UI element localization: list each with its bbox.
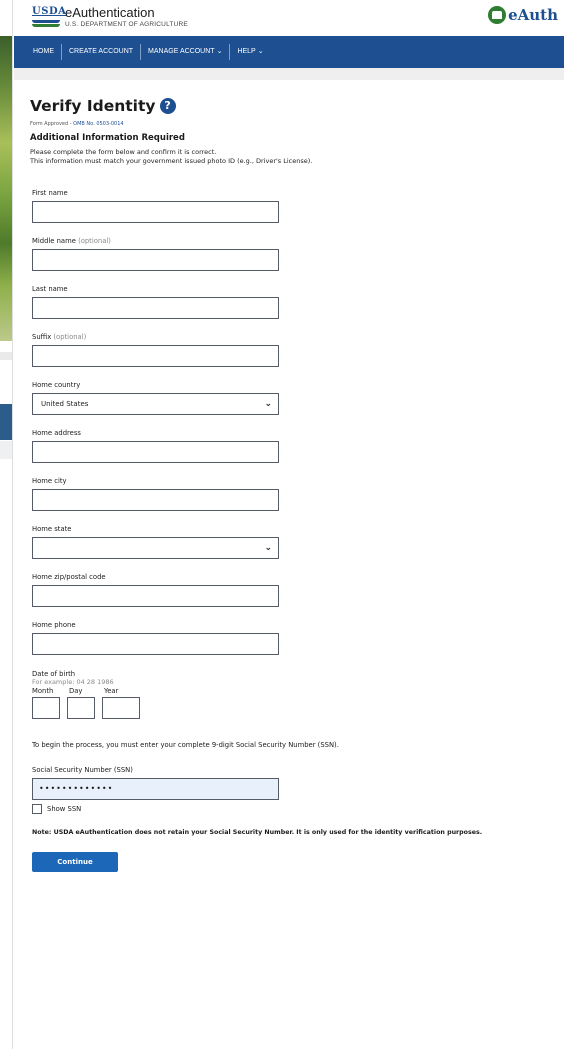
home-phone-field: Home phone [32,621,279,655]
optional-tag: (optional) [53,333,87,341]
ssn-field: Social Security Number (SSN) •••••••••••… [32,766,279,800]
suffix-label: Suffix (optional) [32,333,279,341]
form: First name Middle name (optional) Last n… [14,0,564,1049]
home-country-select[interactable]: United States ⌄ [32,393,279,415]
first-name-input[interactable] [32,201,279,223]
show-ssn-row[interactable]: Show SSN [32,804,81,814]
home-phone-input[interactable] [32,633,279,655]
home-country-field: Home country United States ⌄ [32,381,279,415]
home-city-field: Home city [32,477,279,511]
dob-inputs [32,697,147,719]
dob-label: Date of birth [32,670,76,678]
home-zip-field: Home zip/postal code [32,573,279,607]
side-photo [0,36,12,341]
first-name-field: First name [32,189,279,223]
ssn-label: Social Security Number (SSN) [32,766,133,774]
home-phone-label: Home phone [32,621,76,629]
first-name-label: First name [32,189,68,197]
home-country-value: United States [41,400,89,408]
home-address-input[interactable] [32,441,279,463]
home-zip-label: Home zip/postal code [32,573,106,581]
middle-name-input[interactable] [32,249,279,271]
dob-day-input[interactable] [67,697,95,719]
home-country-label: Home country [32,381,81,389]
home-city-label: Home city [32,477,67,485]
side-blue-block [0,404,12,440]
suffix-label-text: Suffix [32,333,52,341]
home-state-field: Home state ⌄ [32,525,279,559]
home-state-label: Home state [32,525,72,533]
dob-year-label: Year [104,687,119,695]
ssn-intro: To begin the process, you must enter you… [32,741,339,749]
chevron-down-icon: ⌄ [264,399,272,409]
dob-year-input[interactable] [102,697,140,719]
optional-tag: (optional) [78,237,111,245]
last-name-input[interactable] [32,297,279,319]
home-city-input[interactable] [32,489,279,511]
side-divider [0,352,12,360]
home-zip-input[interactable] [32,585,279,607]
ssn-input[interactable]: ••••••••••••• [32,778,279,800]
middle-name-label-text: Middle name [32,237,76,245]
dob-day-label: Day [69,687,83,695]
home-address-field: Home address [32,429,279,463]
show-ssn-label: Show SSN [47,805,82,813]
home-address-label: Home address [32,429,81,437]
suffix-input[interactable] [32,345,279,367]
last-name-label: Last name [32,285,68,293]
chevron-down-icon: ⌄ [264,543,272,553]
middle-name-label: Middle name (optional) [32,237,279,245]
home-state-select[interactable]: ⌄ [32,537,279,559]
suffix-field: Suffix (optional) [32,333,279,367]
middle-name-field: Middle name (optional) [32,237,279,271]
dob-month-label: Month [32,687,54,695]
dob-hint: For example: 04 28 1986 [32,678,114,686]
show-ssn-checkbox[interactable] [32,804,42,814]
ssn-retention-note: Note: USDA eAuthentication does not reta… [32,829,483,836]
dob-month-input[interactable] [32,697,60,719]
side-gray-block [0,441,12,459]
last-name-field: Last name [32,285,279,319]
continue-button[interactable]: Continue [32,852,118,872]
dob-part-labels: Month Day Year [32,687,147,695]
left-side-panel [0,0,13,1049]
date-of-birth-field: Date of birth For example: 04 28 1986 Mo… [32,670,147,719]
